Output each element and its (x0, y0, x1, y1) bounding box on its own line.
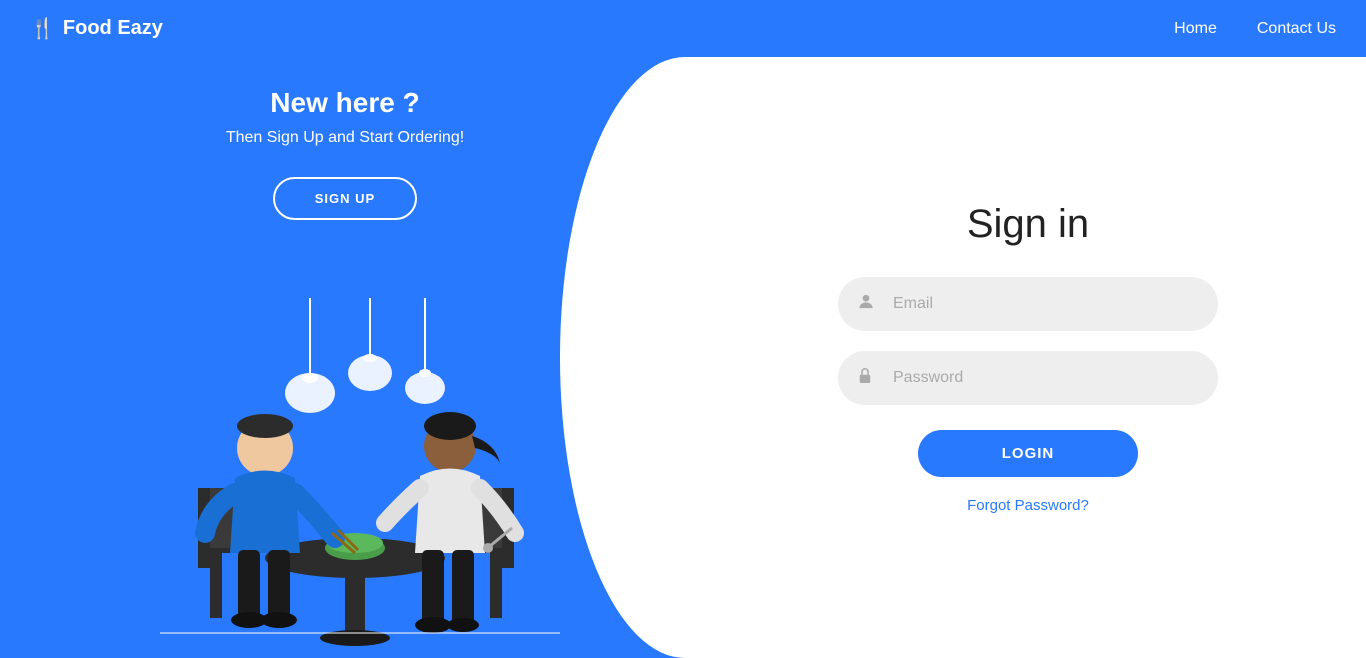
brand-name: Food Eazy (63, 17, 163, 40)
diner-illustration (80, 298, 580, 658)
lock-icon (856, 365, 874, 390)
email-input-group (838, 277, 1218, 331)
new-here-heading: New here ? (226, 87, 464, 119)
left-content: New here ? Then Sign Up and Start Orderi… (226, 87, 464, 220)
password-input[interactable] (838, 351, 1218, 405)
email-input[interactable] (838, 277, 1218, 331)
main-container: New here ? Then Sign Up and Start Orderi… (0, 57, 1366, 658)
right-panel: Sign in LOGIN Forgot Password? (690, 57, 1366, 658)
signin-title: Sign in (967, 202, 1089, 247)
signup-button[interactable]: SIGN UP (273, 177, 417, 220)
nav-links: Home Contact Us (1174, 20, 1336, 38)
left-panel: New here ? Then Sign Up and Start Orderi… (0, 57, 690, 658)
nav-contact-link[interactable]: Contact Us (1257, 20, 1336, 38)
password-input-group (838, 351, 1218, 405)
navbar: 🍴 Food Eazy Home Contact Us (0, 0, 1366, 57)
user-icon (856, 291, 876, 316)
new-here-subtitle: Then Sign Up and Start Ordering! (226, 129, 464, 147)
fork-icon: 🍴 (30, 16, 55, 41)
brand-logo: 🍴 Food Eazy (30, 16, 163, 41)
forgot-password-link[interactable]: Forgot Password? (967, 497, 1089, 514)
nav-home-link[interactable]: Home (1174, 20, 1217, 38)
login-button[interactable]: LOGIN (918, 430, 1138, 477)
